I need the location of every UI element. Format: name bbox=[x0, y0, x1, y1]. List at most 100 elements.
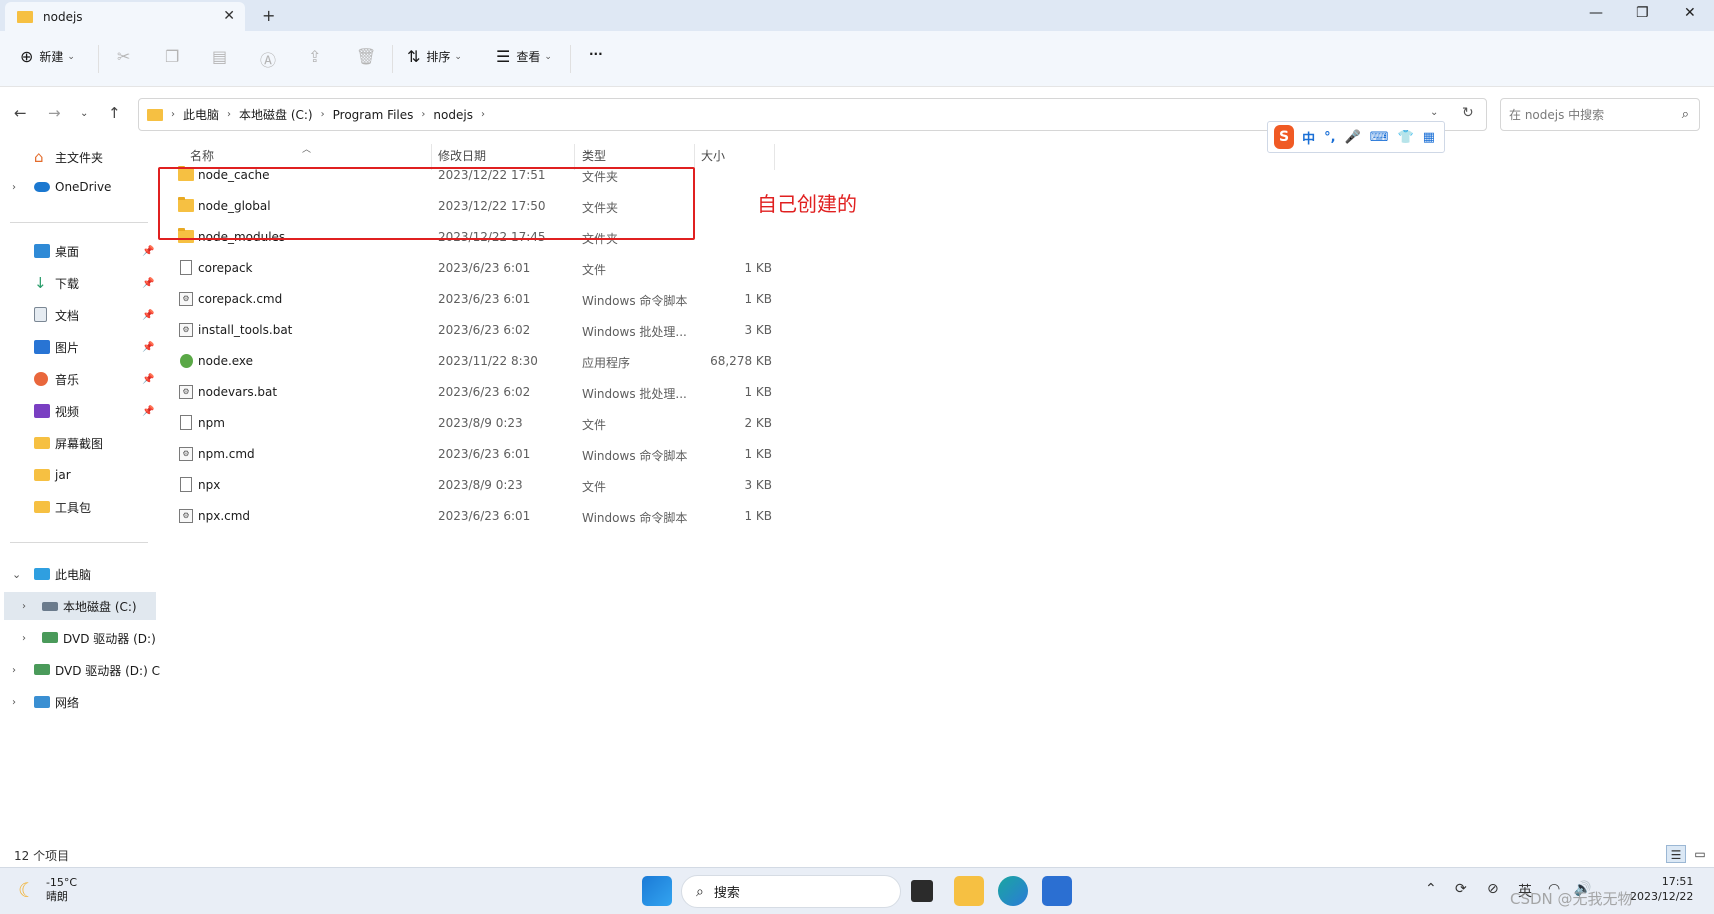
delete-icon[interactable]: 🗑 bbox=[356, 47, 376, 66]
forward-arrow-icon[interactable]: → bbox=[48, 104, 61, 122]
annotation-text: 自己创建的 bbox=[757, 192, 857, 216]
new-tab-button[interactable]: + bbox=[262, 6, 275, 25]
search-input[interactable]: 在 nodejs 中搜索 ⌕ bbox=[1500, 98, 1700, 131]
new-button[interactable]: ⊕ 新建 ⌄ bbox=[20, 47, 75, 66]
sidebar-item-this-pc[interactable]: ⌄ 此电脑 bbox=[0, 560, 160, 588]
ime-punctuation-button[interactable]: °, bbox=[1324, 130, 1335, 145]
sidebar-item-music[interactable]: 音乐 📌 bbox=[0, 365, 160, 393]
more-options-button[interactable]: ··· bbox=[589, 47, 603, 61]
rename-icon[interactable]: Ⓐ bbox=[260, 47, 276, 71]
chevron-right-icon[interactable]: › bbox=[22, 601, 26, 612]
sidebar-item-onedrive[interactable]: › OneDrive bbox=[0, 173, 160, 201]
share-icon[interactable]: ⇪ bbox=[308, 47, 321, 66]
ime-mode-button[interactable]: 中 bbox=[1302, 128, 1315, 147]
close-button[interactable]: ✕ bbox=[1684, 5, 1696, 21]
toolbox-icon[interactable]: ▦ bbox=[1423, 130, 1435, 145]
pin-icon[interactable]: 📌 bbox=[142, 246, 154, 257]
taskbar-search[interactable]: ⌕ 搜索 bbox=[681, 875, 901, 908]
mute-icon[interactable]: ⊘ bbox=[1487, 881, 1499, 897]
file-icon bbox=[180, 260, 192, 275]
sidebar-item-desktop[interactable]: 桌面 📌 bbox=[0, 237, 160, 265]
view-label: 查看 bbox=[516, 50, 541, 64]
file-row[interactable]: npm 2023/8/9 0:23 文件 2 KB bbox=[160, 408, 780, 439]
copy-icon[interactable]: ❐ bbox=[165, 47, 179, 66]
sidebar-item-pictures[interactable]: 图片 📌 bbox=[0, 333, 160, 361]
breadcrumb-this-pc[interactable]: 此电脑 bbox=[183, 106, 219, 123]
file-size: 2 KB bbox=[744, 416, 772, 430]
tab-nodejs[interactable]: nodejs ✕ bbox=[5, 2, 245, 31]
chevron-right-icon[interactable]: › bbox=[12, 697, 16, 708]
sidebar-item-jar[interactable]: jar bbox=[0, 461, 160, 489]
script-file-icon: ⚙ bbox=[179, 509, 193, 523]
pin-icon[interactable]: 📌 bbox=[142, 342, 154, 353]
file-row[interactable]: npx 2023/8/9 0:23 文件 3 KB bbox=[160, 470, 780, 501]
chevron-right-icon: › bbox=[480, 109, 485, 120]
sidebar-item-label: 网络 bbox=[55, 695, 80, 710]
recent-chevron-icon[interactable]: ⌄ bbox=[80, 108, 88, 119]
file-name: npx.cmd bbox=[198, 509, 251, 523]
desktop-icon bbox=[34, 244, 50, 258]
file-row[interactable]: corepack 2023/6/23 6:01 文件 1 KB bbox=[160, 253, 780, 284]
sidebar-item-network[interactable]: › 网络 bbox=[0, 688, 160, 716]
file-row[interactable]: ⚙ install_tools.bat 2023/6/23 6:02 Windows … bbox=[160, 315, 780, 346]
network-icon bbox=[34, 696, 50, 708]
file-row[interactable]: ⚙ nodevars.bat 2023/6/23 6:02 Windows 批处理..… bbox=[160, 377, 780, 408]
moon-icon: ☾ bbox=[18, 878, 36, 902]
pin-icon[interactable]: 📌 bbox=[142, 278, 154, 289]
sidebar-item-screenshots[interactable]: 屏幕截图 bbox=[0, 429, 160, 457]
skin-icon[interactable]: 👕 bbox=[1398, 130, 1414, 145]
minimize-button[interactable]: — bbox=[1589, 5, 1603, 21]
sidebar-item-videos[interactable]: 视频 📌 bbox=[0, 397, 160, 425]
chevron-right-icon[interactable]: › bbox=[12, 665, 16, 676]
sidebar-item-dvd-drive-c[interactable]: › DVD 驱动器 (D:) C bbox=[0, 656, 160, 684]
cut-icon[interactable]: ✂ bbox=[117, 47, 130, 66]
item-count: 12 个项目 bbox=[14, 849, 70, 863]
sogou-logo-icon[interactable]: S bbox=[1274, 125, 1295, 149]
chevron-right-icon[interactable]: › bbox=[12, 182, 16, 193]
sidebar-item-home[interactable]: ⌂ 主文件夹 bbox=[0, 143, 160, 171]
file-row[interactable]: ⚙ corepack.cmd 2023/6/23 6:01 Windows 命令脚本 1… bbox=[160, 284, 780, 315]
keyboard-icon[interactable]: ⌨ bbox=[1370, 130, 1389, 145]
sidebar-item-documents[interactable]: 文档 📌 bbox=[0, 301, 160, 329]
breadcrumb-program-files[interactable]: Program Files bbox=[333, 108, 414, 122]
sidebar-item-dvd-drive[interactable]: › DVD 驱动器 (D:) bbox=[0, 624, 160, 652]
file-explorer-icon[interactable] bbox=[954, 876, 984, 906]
chevron-down-icon[interactable]: ⌄ bbox=[12, 568, 21, 581]
sidebar-item-local-disk-c[interactable]: › 本地磁盘 (C:) bbox=[4, 592, 156, 620]
task-view-icon[interactable] bbox=[911, 880, 933, 902]
pin-icon[interactable]: 📌 bbox=[142, 374, 154, 385]
tab-close-icon[interactable]: ✕ bbox=[223, 8, 235, 24]
paste-icon[interactable]: ▤ bbox=[212, 47, 227, 66]
sidebar-item-toolkit[interactable]: 工具包 bbox=[0, 493, 160, 521]
new-label: 新建 bbox=[39, 50, 64, 64]
up-arrow-icon[interactable]: ↑ bbox=[108, 104, 121, 122]
file-row[interactable]: node.exe 2023/11/22 8:30 应用程序 68,278 KB bbox=[160, 346, 780, 377]
weather-widget[interactable]: ☾ -15°C 晴朗 bbox=[18, 876, 77, 904]
chevron-up-icon[interactable]: ⌃ bbox=[1425, 881, 1437, 897]
file-row[interactable]: ⚙ npm.cmd 2023/6/23 6:01 Windows 命令脚本 1 KB bbox=[160, 439, 780, 470]
sync-icon[interactable]: ⟳ bbox=[1455, 881, 1467, 897]
pin-icon[interactable]: 📌 bbox=[142, 406, 154, 417]
chevron-right-icon[interactable]: › bbox=[22, 633, 26, 644]
file-row[interactable]: ⚙ npx.cmd 2023/6/23 6:01 Windows 命令脚本 1 KB bbox=[160, 501, 780, 532]
store-icon[interactable] bbox=[1042, 876, 1072, 906]
view-button[interactable]: ☰ 查看 ⌄ bbox=[496, 47, 552, 66]
breadcrumb-nodejs[interactable]: nodejs bbox=[433, 108, 473, 122]
back-arrow-icon[interactable]: ← bbox=[14, 104, 27, 122]
chevron-down-icon: ⌄ bbox=[67, 51, 75, 62]
sort-button[interactable]: ⇅ 排序 ⌄ bbox=[407, 47, 462, 66]
microphone-icon[interactable]: 🎤 bbox=[1345, 130, 1361, 145]
sidebar-item-downloads[interactable]: ↓ 下载 📌 bbox=[0, 269, 160, 297]
file-date-modified: 2023/6/23 6:02 bbox=[438, 323, 531, 337]
maximize-button[interactable]: ❐ bbox=[1636, 5, 1649, 21]
pin-icon[interactable]: 📌 bbox=[142, 310, 154, 321]
sidebar-item-label: 屏幕截图 bbox=[55, 436, 104, 451]
details-view-icon[interactable]: ☰ bbox=[1666, 845, 1686, 863]
edge-icon[interactable] bbox=[998, 876, 1028, 906]
start-icon[interactable] bbox=[642, 876, 672, 906]
tiles-view-icon[interactable]: ▭ bbox=[1690, 845, 1710, 863]
refresh-icon[interactable]: ↻ bbox=[1462, 105, 1474, 121]
breadcrumb-local-disk[interactable]: 本地磁盘 (C:) bbox=[239, 106, 313, 123]
clock[interactable]: 17:51 2023/12/22 bbox=[1630, 874, 1693, 904]
address-history-chevron-icon[interactable]: ⌄ bbox=[1430, 107, 1438, 118]
